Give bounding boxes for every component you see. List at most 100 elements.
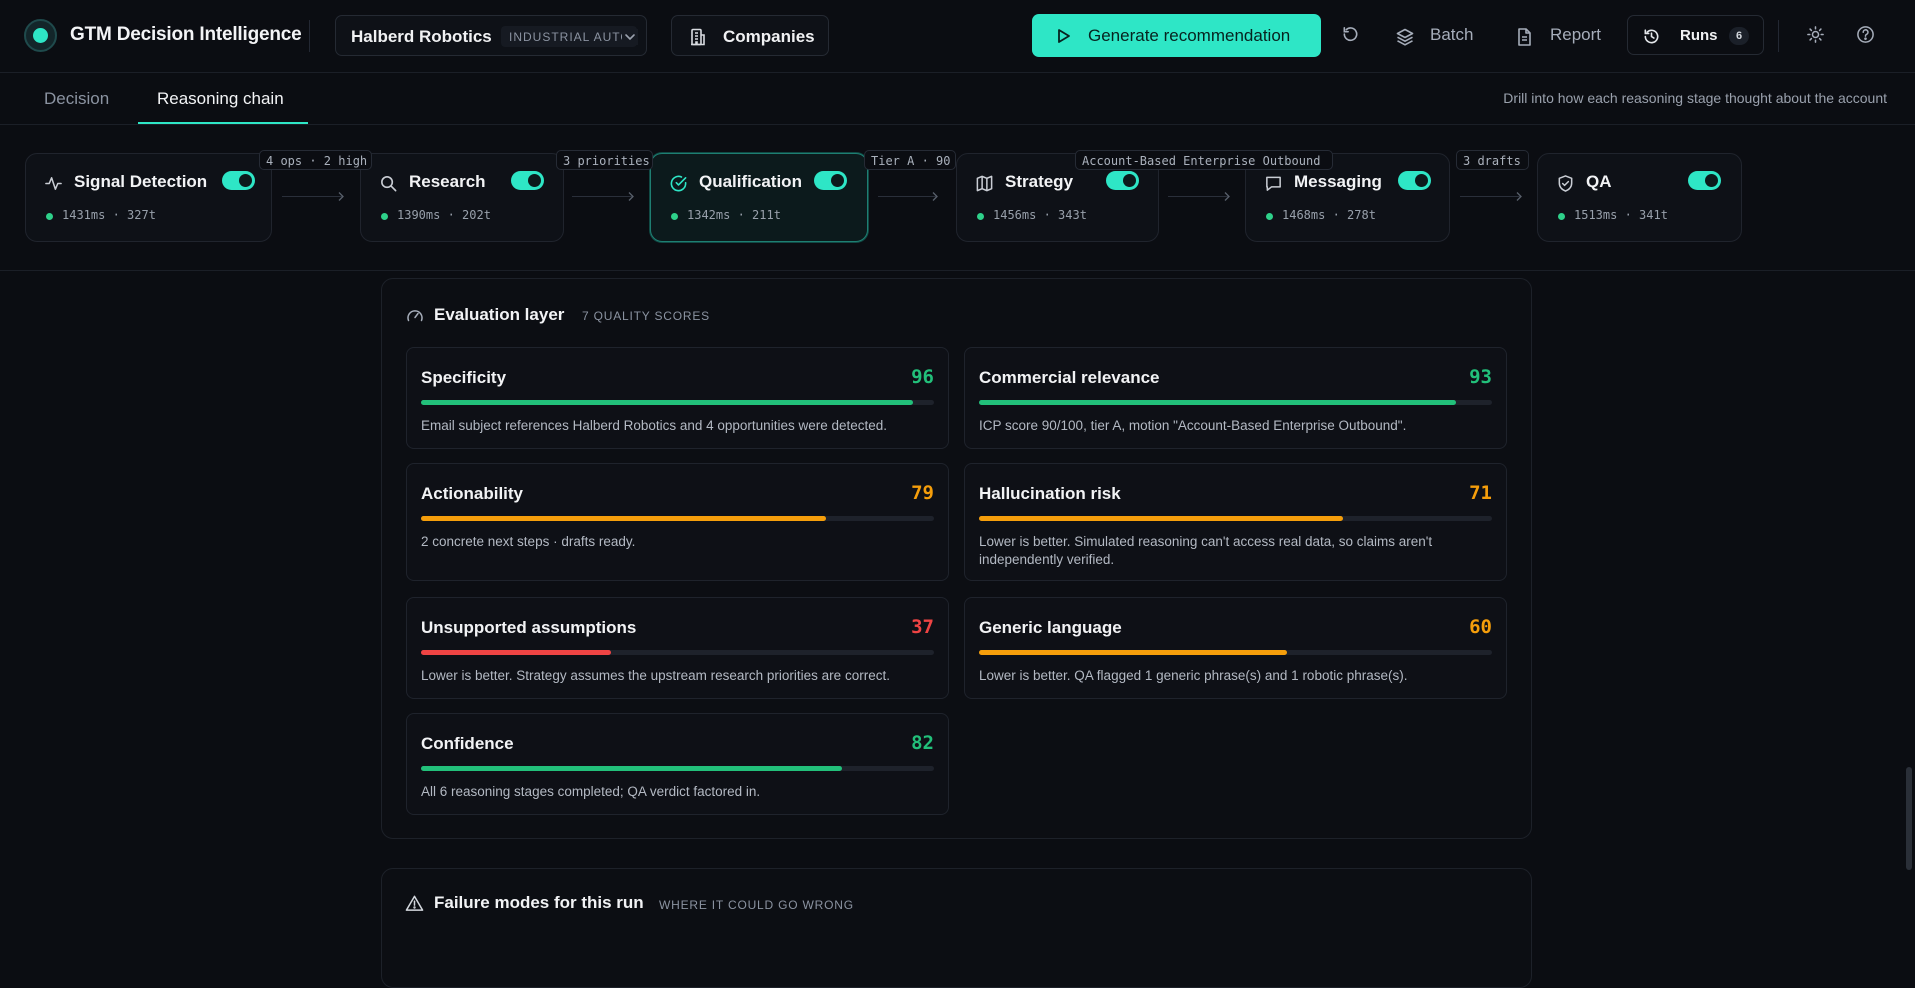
score-value: 71 xyxy=(1469,482,1492,504)
company-name: Halberd Robotics xyxy=(351,27,492,46)
app-logo xyxy=(24,19,57,52)
help-button[interactable] xyxy=(1856,25,1875,44)
stage-name: Qualification xyxy=(699,172,802,191)
companies-button[interactable]: Companies xyxy=(671,15,829,56)
stage-card-signal-detection[interactable]: Signal Detection 1431ms · 327t xyxy=(25,153,272,242)
score-name: Commercial relevance xyxy=(979,368,1160,387)
score-description: 2 concrete next steps · drafts ready. xyxy=(421,534,636,549)
score-description: Lower is better. QA flagged 1 generic ph… xyxy=(979,668,1408,683)
batch-button[interactable]: Batch xyxy=(1395,14,1505,57)
tab-reasoning-chain[interactable]: Reasoning chain xyxy=(157,89,284,109)
top-bar: GTM Decision Intelligence Halberd Roboti… xyxy=(0,0,1915,73)
divider xyxy=(1778,20,1779,52)
score-bar xyxy=(979,516,1492,521)
runs-label: Runs xyxy=(1680,27,1718,44)
report-button[interactable]: Report xyxy=(1515,14,1625,57)
shield-check-icon xyxy=(1556,174,1575,193)
status-dot xyxy=(977,213,984,220)
score-value: 82 xyxy=(911,732,934,754)
active-tab-indicator xyxy=(138,122,308,124)
status-dot xyxy=(381,213,388,220)
industry-tag: INDUSTRIAL AUTO xyxy=(501,26,637,47)
status-dot xyxy=(1266,213,1273,220)
connector-line xyxy=(282,196,342,197)
score-value: 37 xyxy=(911,616,934,638)
score-description: Lower is better. Strategy assumes the up… xyxy=(421,668,890,683)
score-bar xyxy=(421,516,934,521)
report-label: Report xyxy=(1550,25,1602,44)
score-bar xyxy=(421,650,934,655)
score-bar-fill xyxy=(421,650,611,655)
companies-label: Companies xyxy=(723,27,815,46)
stage-name: Research xyxy=(409,172,486,191)
connector-line xyxy=(1168,196,1228,197)
stage-toggle[interactable] xyxy=(1106,171,1139,190)
stage-card-qualification[interactable]: Qualification 1342ms · 211t xyxy=(650,153,868,242)
connector-label: 3 priorities xyxy=(556,150,653,170)
generate-recommendation-button[interactable]: Generate recommendation xyxy=(1032,14,1321,57)
stage-toggle[interactable] xyxy=(814,171,847,190)
file-text-icon xyxy=(1515,27,1534,47)
score-bar xyxy=(979,400,1492,405)
stage-toggle[interactable] xyxy=(511,171,544,190)
company-selector[interactable]: Halberd Robotics INDUSTRIAL AUTO xyxy=(335,15,647,56)
generate-label: Generate recommendation xyxy=(1088,26,1291,45)
stage-name: Signal Detection xyxy=(74,172,208,191)
stage-meta: 1468ms · 278t xyxy=(1282,208,1376,222)
score-bar xyxy=(979,650,1492,655)
score-card-confidence: Confidence 82 All 6 reasoning stages com… xyxy=(406,713,949,815)
connector-label: Account-Based Enterprise Outbound xyxy=(1075,150,1333,170)
connector-label: 3 drafts xyxy=(1456,150,1529,170)
panel-title: Failure modes for this run xyxy=(434,893,644,912)
score-bar-fill xyxy=(979,516,1344,521)
tab-hint: Drill into how each reasoning stage thou… xyxy=(1503,90,1887,106)
score-bar-fill xyxy=(421,516,827,521)
score-card-hallucination-risk: Hallucination risk 71 Lower is better. S… xyxy=(964,463,1507,581)
runs-button[interactable]: Runs 6 xyxy=(1627,15,1764,55)
stage-toggle[interactable] xyxy=(1688,171,1721,190)
runs-count-badge: 6 xyxy=(1729,27,1749,45)
app-title: GTM Decision Intelligence xyxy=(70,24,302,45)
tab-decision[interactable]: Decision xyxy=(44,89,109,109)
score-bar xyxy=(421,766,934,771)
stage-card-qa[interactable]: QA 1513ms · 341t xyxy=(1537,153,1742,242)
arrow-right-icon xyxy=(1514,191,1524,202)
status-dot xyxy=(671,213,678,220)
evaluation-panel: Evaluation layer 7 QUALITY SCORES Specif… xyxy=(381,278,1532,839)
alert-triangle-icon xyxy=(405,894,424,912)
score-card-commercial-relevance: Commercial relevance 93 ICP score 90/100… xyxy=(964,347,1507,449)
score-name: Generic language xyxy=(979,618,1122,637)
reset-button[interactable] xyxy=(1341,25,1360,44)
score-card-specificity: Specificity 96 Email subject references … xyxy=(406,347,949,449)
stage-toggle[interactable] xyxy=(222,171,255,190)
stage-meta: 1390ms · 202t xyxy=(397,208,491,222)
theme-toggle[interactable] xyxy=(1806,25,1825,44)
score-value: 96 xyxy=(911,366,934,388)
gauge-icon xyxy=(406,307,424,325)
play-icon xyxy=(1054,27,1072,45)
stage-name: Strategy xyxy=(1005,172,1074,191)
score-bar-fill xyxy=(421,766,842,771)
stage-toggle[interactable] xyxy=(1398,171,1431,190)
activity-icon xyxy=(44,174,63,193)
map-icon xyxy=(975,174,994,193)
history-icon xyxy=(1642,27,1661,46)
connector-label: 4 ops · 2 high xyxy=(259,150,372,170)
score-name: Hallucination risk xyxy=(979,484,1121,503)
divider xyxy=(309,20,310,52)
score-card-actionability: Actionability 79 2 concrete next steps ·… xyxy=(406,463,949,581)
score-bar-fill xyxy=(979,400,1457,405)
score-value: 79 xyxy=(911,482,934,504)
score-value: 93 xyxy=(1469,366,1492,388)
rotate-ccw-icon xyxy=(1341,25,1360,44)
message-icon xyxy=(1264,174,1283,193)
arrow-right-icon xyxy=(1222,191,1232,202)
arrow-right-icon xyxy=(930,191,940,202)
stage-card-research[interactable]: Research 1390ms · 202t xyxy=(360,153,564,242)
score-bar-fill xyxy=(979,650,1287,655)
score-description: All 6 reasoning stages completed; QA ver… xyxy=(421,784,761,799)
page-scrollbar[interactable] xyxy=(1906,767,1912,870)
stage-meta: 1513ms · 341t xyxy=(1574,208,1668,222)
score-description: ICP score 90/100, tier A, motion "Accoun… xyxy=(979,418,1407,433)
panel-subtitle: 7 QUALITY SCORES xyxy=(582,309,710,323)
